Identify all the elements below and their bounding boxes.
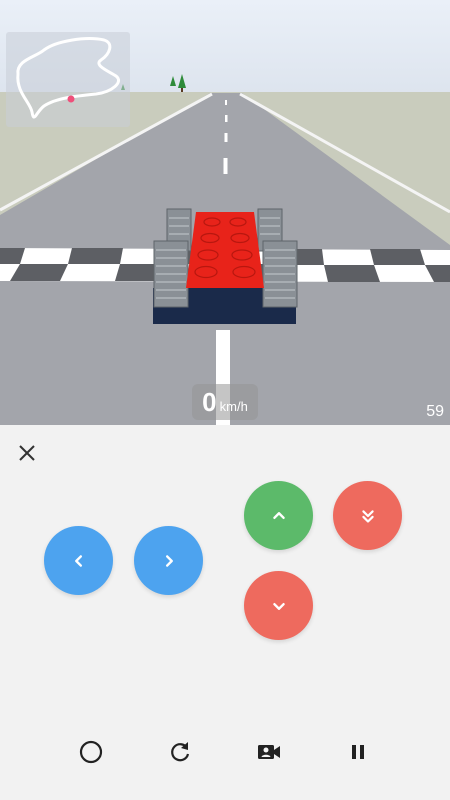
accelerate-button[interactable] — [244, 481, 313, 550]
chevron-left-icon — [74, 554, 82, 567]
double-chevron-down-icon — [361, 509, 374, 523]
brake-button[interactable] — [244, 571, 313, 640]
track-minimap — [6, 32, 130, 127]
restart-button[interactable] — [165, 737, 195, 767]
close-button[interactable] — [14, 440, 40, 466]
car-body — [186, 212, 264, 288]
video-camera-icon — [258, 745, 280, 759]
camera-button[interactable] — [254, 737, 284, 767]
game-screen: 0 km/h 59 — [0, 0, 450, 800]
chevron-down-icon — [272, 602, 285, 610]
boost-button[interactable] — [333, 481, 402, 550]
record-button[interactable] — [76, 737, 106, 767]
close-icon — [19, 445, 35, 461]
chevron-right-icon — [165, 554, 173, 567]
refresh-icon — [171, 742, 190, 762]
speed-value: 0 — [202, 387, 217, 417]
speedometer: 0 km/h — [192, 384, 258, 420]
steer-left-button[interactable] — [44, 526, 113, 595]
controls-panel — [0, 425, 450, 800]
player-marker — [67, 95, 75, 103]
track-outline — [16, 37, 120, 119]
game-viewport: 0 km/h 59 — [0, 0, 450, 425]
speed-unit: km/h — [219, 399, 248, 414]
steer-right-button[interactable] — [134, 526, 203, 595]
circle-icon — [79, 740, 103, 764]
fps-counter: 59 — [426, 403, 444, 420]
pause-icon — [352, 745, 364, 759]
chevron-up-icon — [272, 511, 285, 519]
pause-button[interactable] — [343, 737, 373, 767]
